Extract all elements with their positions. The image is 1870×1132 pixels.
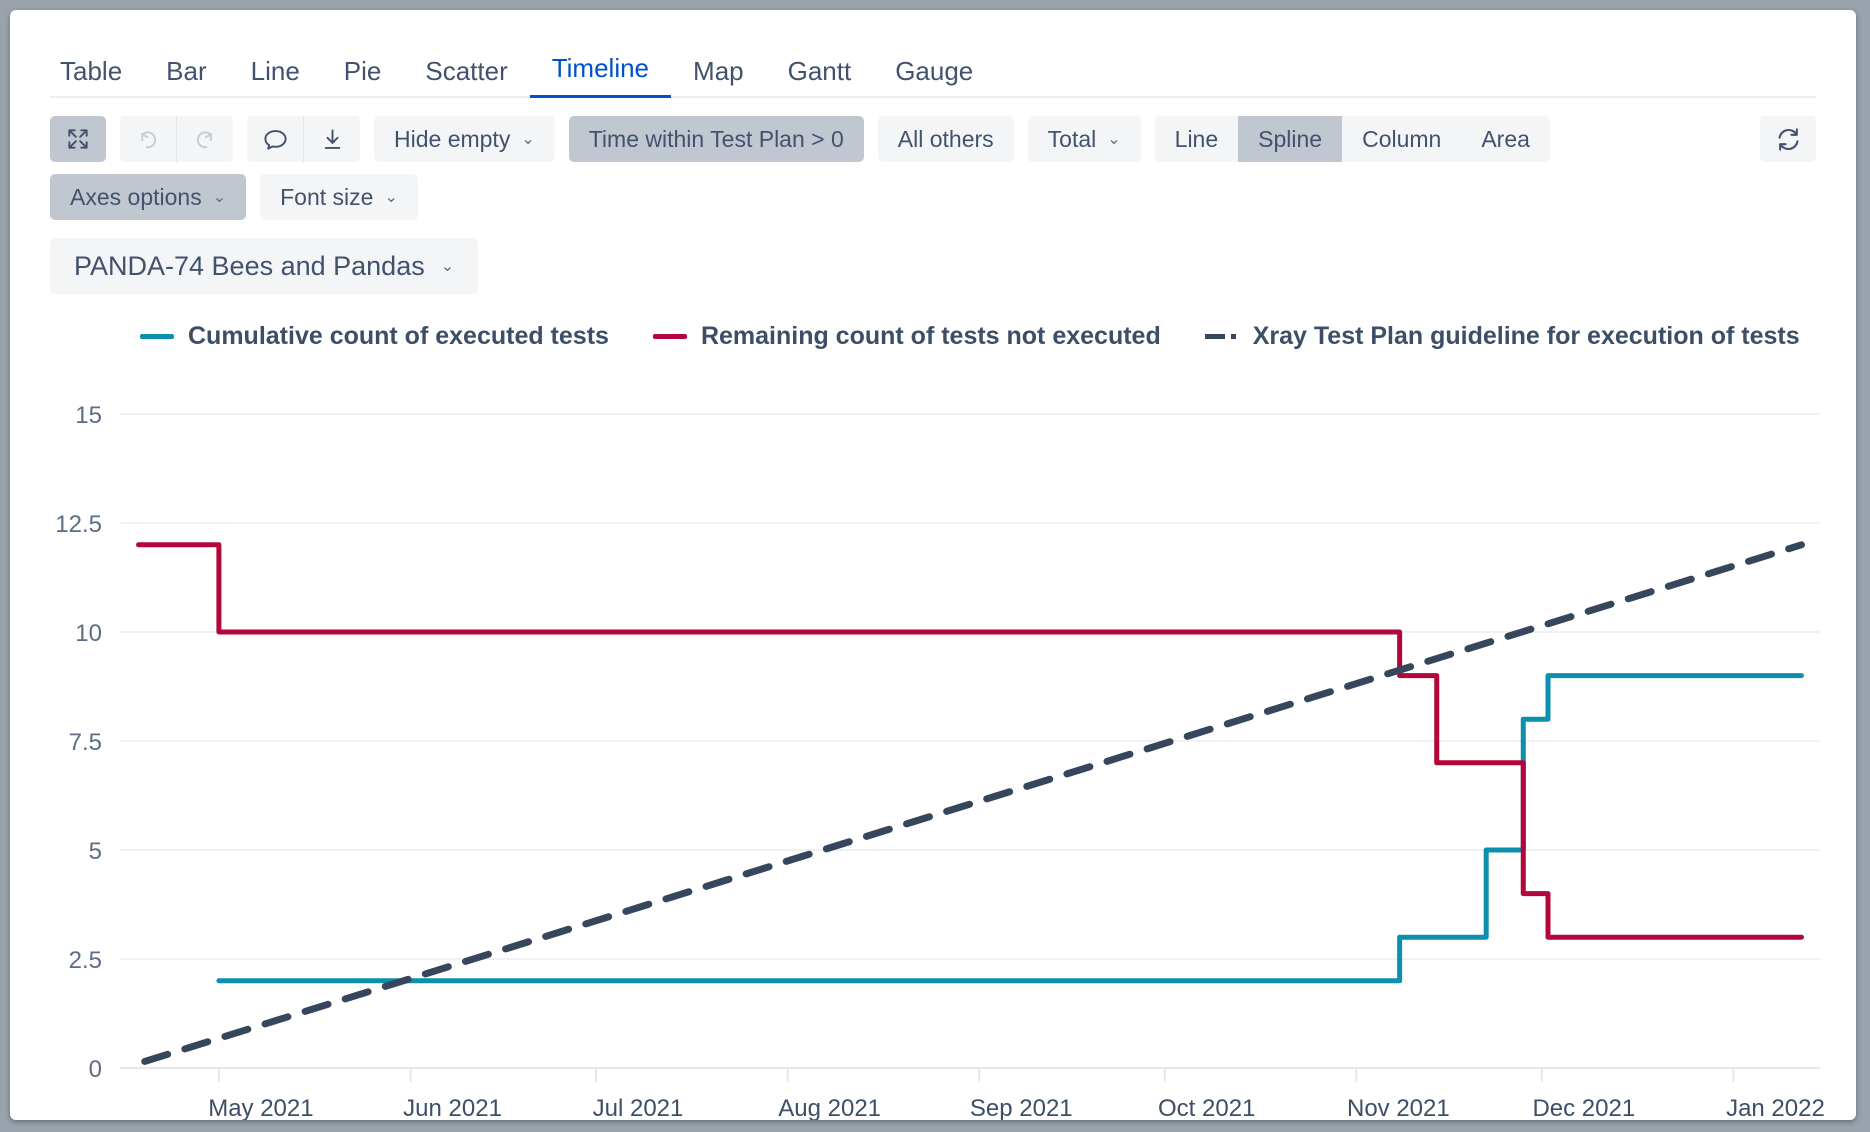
annotate-group [247, 116, 360, 162]
time-within-test-plan-button[interactable]: Time within Test Plan > 0 [569, 116, 864, 162]
x-axis-tick-label: Nov 2021 [1347, 1095, 1450, 1120]
axes-options-dropdown[interactable]: Axes options ⌄ [50, 174, 246, 220]
toolbar-row-3: PANDA-74 Bees and Pandas ⌄ [50, 238, 1816, 294]
all-others-button[interactable]: All others [878, 116, 1014, 162]
tab-map[interactable]: Map [671, 58, 766, 98]
x-axis-tick-label: Jan 2022 [1726, 1095, 1825, 1120]
tab-gantt[interactable]: Gantt [766, 58, 874, 98]
tab-gauge[interactable]: Gauge [873, 58, 995, 98]
y-axis-tick-label: 0 [89, 1056, 102, 1083]
fullscreen-button[interactable] [50, 116, 106, 162]
undo-button[interactable] [120, 116, 176, 162]
download-button[interactable] [304, 116, 360, 162]
x-axis-tick-label: Dec 2021 [1532, 1095, 1635, 1120]
comment-button[interactable] [247, 116, 303, 162]
comment-bubble-icon [262, 126, 289, 153]
style-area-label: Area [1481, 126, 1530, 153]
font-size-label: Font size [280, 184, 373, 211]
tab-label: Gantt [788, 56, 852, 86]
tab-scatter[interactable]: Scatter [403, 58, 529, 98]
hide-empty-label: Hide empty [394, 126, 510, 153]
tab-label: Gauge [895, 56, 973, 86]
x-axis-tick-label: Sep 2021 [970, 1095, 1073, 1120]
redo-button[interactable] [177, 116, 233, 162]
chevron-down-icon: ⌄ [441, 259, 454, 275]
style-spline-button[interactable]: Spline [1238, 116, 1342, 162]
data-source-label: PANDA-74 Bees and Pandas [74, 251, 425, 282]
chevron-down-icon: ⌄ [521, 132, 534, 148]
y-axis-tick-label: 5 [89, 838, 102, 865]
expand-arrows-icon [65, 126, 91, 152]
style-spline-label: Spline [1258, 126, 1322, 153]
style-column-button[interactable]: Column [1342, 116, 1461, 162]
hide-empty-dropdown[interactable]: Hide empty ⌄ [374, 116, 555, 162]
chevron-down-icon: ⌄ [213, 190, 226, 206]
app-window: Table Bar Line Pie Scatter Timeline Map … [10, 10, 1856, 1120]
fullscreen-group [50, 116, 106, 162]
all-others-label: All others [898, 126, 994, 153]
style-area-button[interactable]: Area [1461, 116, 1550, 162]
y-axis-tick-label: 12.5 [55, 511, 102, 538]
y-axis-tick-label: 15 [75, 402, 102, 429]
chevron-down-icon: ⌄ [1107, 132, 1120, 148]
x-axis-tick-label: Oct 2021 [1158, 1095, 1255, 1120]
tab-label: Timeline [552, 53, 649, 83]
tab-label: Scatter [425, 56, 507, 86]
refresh-icon [1774, 125, 1803, 154]
chart-type-tabs: Table Bar Line Pie Scatter Timeline Map … [50, 10, 1816, 98]
refresh-button[interactable] [1760, 116, 1816, 162]
font-size-dropdown[interactable]: Font size ⌄ [260, 174, 418, 220]
style-line-button[interactable]: Line [1155, 116, 1238, 162]
toolbar-row-1: Hide empty ⌄ Time within Test Plan > 0 A… [50, 116, 1816, 162]
style-column-label: Column [1362, 126, 1441, 153]
tab-label: Line [251, 56, 300, 86]
tab-timeline[interactable]: Timeline [530, 55, 671, 98]
plot-canvas: 0 2.5 5 7.5 10 12.5 15 May 2021 Jun 2021 Jul 2021… [10, 318, 1856, 1120]
download-icon [319, 126, 346, 153]
redo-arrow-icon [191, 125, 219, 153]
y-axis-tick-label: 10 [75, 620, 102, 647]
tab-bar[interactable]: Bar [144, 58, 228, 98]
tab-table[interactable]: Table [50, 58, 144, 98]
total-dropdown[interactable]: Total ⌄ [1028, 116, 1141, 162]
x-axis-tick-label: Jun 2021 [403, 1095, 502, 1120]
x-axis-tick-label: May 2021 [208, 1095, 313, 1120]
tab-label: Bar [166, 56, 206, 86]
timeline-chart: Cumulative count of executed tests Remai… [10, 318, 1856, 1120]
tab-label: Pie [344, 56, 382, 86]
chevron-down-icon: ⌄ [384, 190, 397, 206]
y-axis-tick-label: 2.5 [69, 947, 102, 974]
tab-label: Table [60, 56, 122, 86]
y-axis-tick-label: 7.5 [69, 729, 102, 756]
tab-label: Map [693, 56, 744, 86]
data-source-dropdown[interactable]: PANDA-74 Bees and Pandas ⌄ [50, 238, 478, 294]
axes-options-label: Axes options [70, 184, 202, 211]
toolbar: Hide empty ⌄ Time within Test Plan > 0 A… [50, 98, 1816, 294]
total-label: Total [1048, 126, 1097, 153]
series-style-group: Line Spline Column Area [1155, 116, 1550, 162]
toolbar-row-2: Axes options ⌄ Font size ⌄ [50, 174, 1816, 220]
series-line-2 [145, 545, 1802, 1062]
time-within-label: Time within Test Plan > 0 [589, 126, 844, 153]
x-axis-tick-label: Aug 2021 [778, 1095, 881, 1120]
undo-arrow-icon [134, 125, 162, 153]
x-axis-tick-label: Jul 2021 [593, 1095, 684, 1120]
style-line-label: Line [1175, 126, 1218, 153]
history-group [120, 116, 233, 162]
tab-line[interactable]: Line [229, 58, 322, 98]
tab-pie[interactable]: Pie [322, 58, 404, 98]
